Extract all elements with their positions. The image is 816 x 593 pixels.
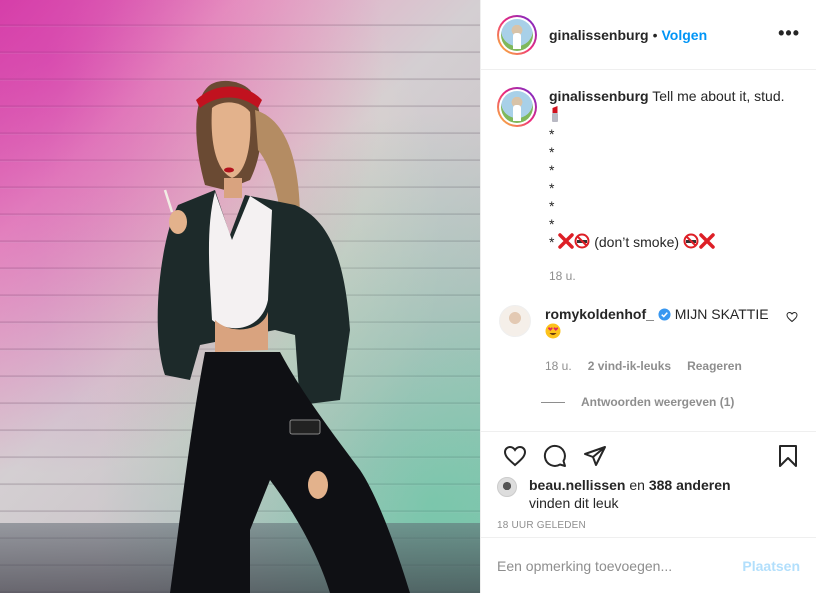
more-options-icon[interactable]: ••• <box>778 24 800 42</box>
likes-others[interactable]: 388 anderen <box>649 477 731 493</box>
reply-button[interactable]: Reageren <box>687 357 742 375</box>
likes-summary: beau.nellissen en 388 anderen vinden dit… <box>497 476 800 512</box>
caption-last-line: * (don’t smoke) <box>549 233 789 251</box>
verified-badge-icon <box>658 308 671 321</box>
separator-dot: • <box>652 26 658 43</box>
liker-username[interactable]: beau.nellissen <box>529 477 625 493</box>
comments-section: ginalissenburg Tell me about it, stud. *… <box>481 71 816 431</box>
no-smoking-icon <box>574 233 590 249</box>
add-comment-bar: Plaatsen <box>481 537 816 593</box>
comment-input[interactable] <box>497 557 743 574</box>
avatar-image <box>501 18 533 51</box>
follow-button[interactable]: Volgen <box>661 27 707 43</box>
caption-line: * <box>549 126 555 142</box>
view-replies-label: Antwoorden weergeven (1) <box>581 395 735 409</box>
like-icon[interactable] <box>495 436 535 476</box>
likes-connector: en <box>629 477 645 493</box>
replies-divider <box>541 401 565 403</box>
comment-icon[interactable] <box>535 436 575 476</box>
author-username[interactable]: ginalissenburg <box>549 27 649 43</box>
comment-item: romykoldenhof_ MIJN SKATTIE 18 u. 2 vind… <box>497 305 800 375</box>
post-comment-button[interactable]: Plaatsen <box>742 558 800 574</box>
comment-time[interactable]: 18 u. <box>545 357 572 375</box>
avatar-image <box>501 91 533 123</box>
cross-mark-icon <box>558 233 575 249</box>
post-timestamp[interactable]: 18 UUR GELEDEN <box>497 520 586 531</box>
caption-avatar[interactable] <box>497 87 537 127</box>
caption-smoke-text: (don’t smoke) <box>594 234 680 250</box>
commenter-avatar[interactable] <box>499 305 531 337</box>
post-photo[interactable] <box>0 0 480 593</box>
save-bookmark-icon[interactable] <box>768 436 808 476</box>
share-icon[interactable] <box>575 436 615 476</box>
like-comment-icon[interactable] <box>786 311 798 323</box>
caption-text: Tell me about it, stud. <box>652 88 785 104</box>
post-header: ginalissenburg • Volgen ••• <box>481 0 816 70</box>
caption-line: * <box>549 180 555 196</box>
caption: ginalissenburg Tell me about it, stud. *… <box>497 87 800 285</box>
caption-line: * <box>549 216 555 232</box>
comment-text: MIJN SKATTIE <box>674 306 769 322</box>
action-bar <box>481 431 816 479</box>
heart-eyes-icon <box>545 323 785 341</box>
post-panel: ginalissenburg • Volgen ••• ginalissenbu… <box>480 0 816 593</box>
view-replies-button[interactable]: Antwoorden weergeven (1) <box>541 395 800 409</box>
caption-line: * <box>549 198 555 214</box>
cross-mark-icon <box>699 233 715 249</box>
lipstick-icon <box>549 105 789 125</box>
liker-avatar[interactable] <box>497 477 517 497</box>
comment-likes[interactable]: 2 vind-ik-leuks <box>588 357 671 375</box>
likes-suffix: vinden dit leuk <box>529 495 619 511</box>
caption-line: * <box>549 144 555 160</box>
author-avatar[interactable] <box>497 14 537 55</box>
caption-star: * <box>549 234 555 250</box>
woman-figure <box>157 80 410 593</box>
caption-line: * <box>549 162 555 178</box>
caption-time[interactable]: 18 u. <box>549 267 576 285</box>
no-smoking-icon <box>683 233 699 249</box>
caption-username[interactable]: ginalissenburg <box>549 88 649 104</box>
commenter-username[interactable]: romykoldenhof_ <box>545 306 654 322</box>
